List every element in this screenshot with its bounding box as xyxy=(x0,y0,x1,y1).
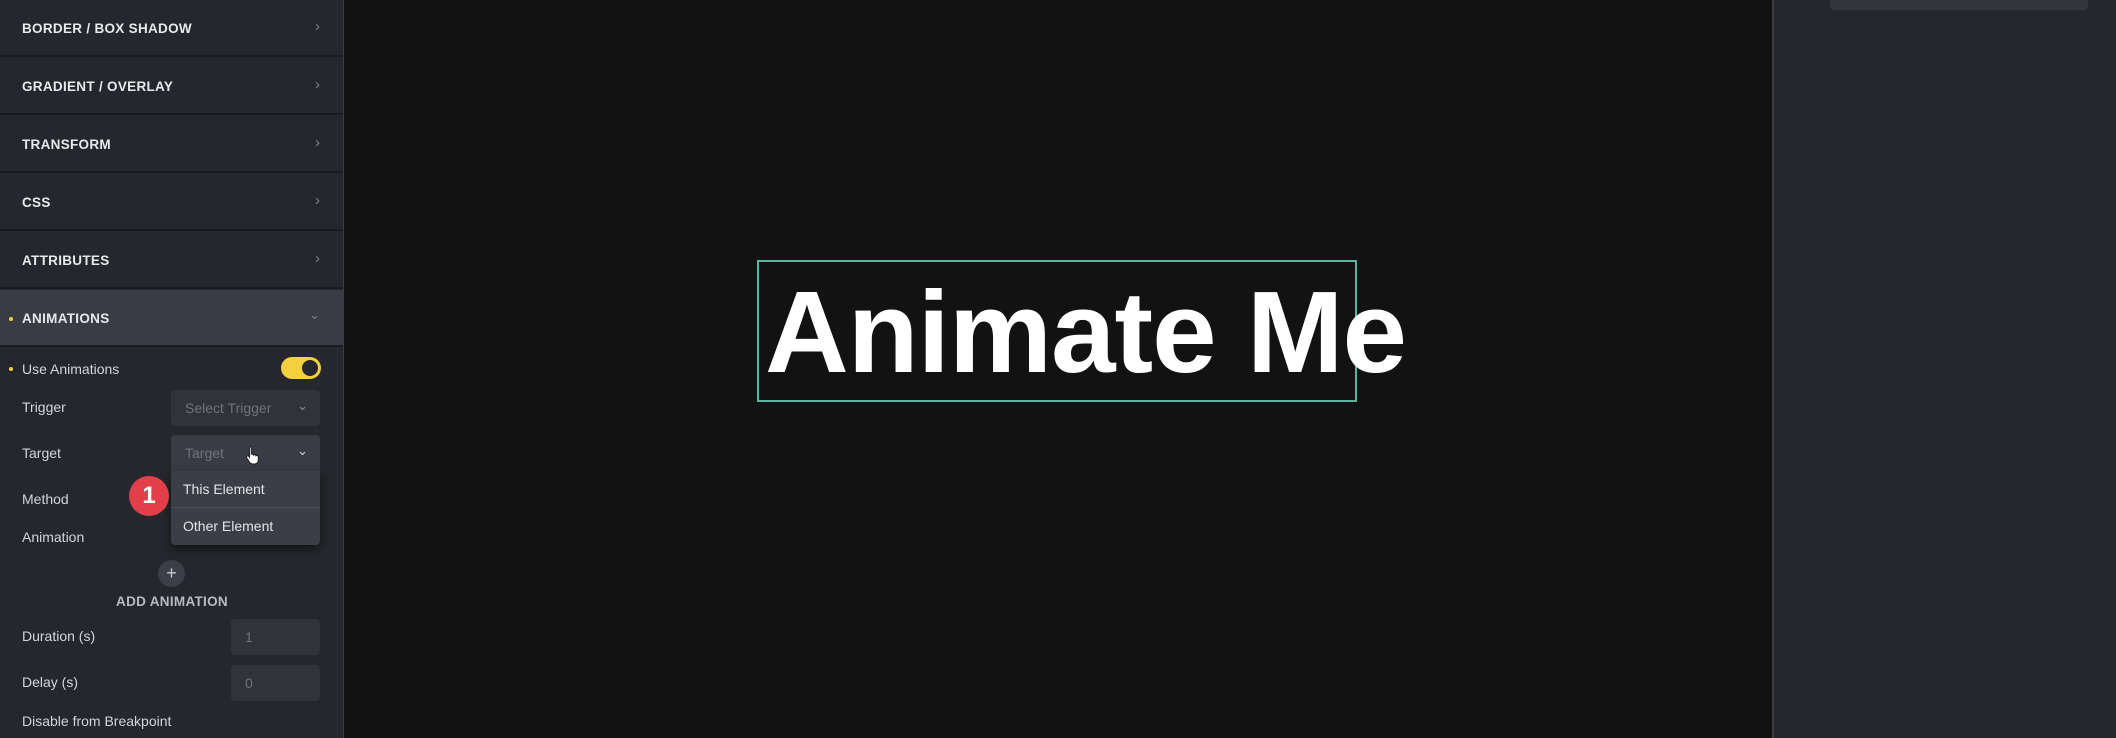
section-css[interactable]: CSS › xyxy=(0,174,343,231)
chevron-right-icon: › xyxy=(315,250,320,267)
toggle-knob xyxy=(302,360,318,376)
target-dropdown-menu: This Element Other Element xyxy=(171,471,320,545)
divider xyxy=(171,507,320,508)
chevron-down-icon: ⌄ xyxy=(309,307,320,322)
trigger-label: Trigger xyxy=(22,399,66,415)
heading-text: Animate Me xyxy=(765,267,1407,397)
structure-panel xyxy=(1772,0,2116,738)
chevron-down-icon: ⌄ xyxy=(297,398,308,413)
add-animation-label[interactable]: ADD ANIMATION xyxy=(0,594,343,609)
section-label: CSS xyxy=(22,195,51,210)
section-transform[interactable]: TRANSFORM › xyxy=(0,116,343,173)
disable-breakpoint-label: Disable from Breakpoint xyxy=(22,713,172,729)
section-attributes[interactable]: ATTRIBUTES › xyxy=(0,232,343,289)
section-animations[interactable]: ANIMATIONS ⌄ xyxy=(0,290,343,347)
modified-indicator-dot xyxy=(9,317,13,321)
trigger-placeholder: Select Trigger xyxy=(185,400,272,416)
trigger-select[interactable]: Select Trigger ⌄ xyxy=(171,390,320,426)
style-panel: BORDER / BOX SHADOW › GRADIENT / OVERLAY… xyxy=(0,0,344,738)
chevron-right-icon: › xyxy=(315,134,320,151)
section-border-box-shadow[interactable]: BORDER / BOX SHADOW › xyxy=(0,0,343,57)
option-other-element[interactable]: Other Element xyxy=(183,518,273,534)
chevron-right-icon: › xyxy=(315,76,320,93)
section-gradient-overlay[interactable]: GRADIENT / OVERLAY › xyxy=(0,58,343,115)
structure-item[interactable] xyxy=(1830,0,2088,10)
use-animations-toggle[interactable] xyxy=(281,357,321,379)
delay-label: Delay (s) xyxy=(22,674,79,690)
target-select[interactable]: Target ⌄ xyxy=(171,435,320,471)
builder-canvas[interactable]: Animate Me xyxy=(345,0,1772,738)
step-badge: 1 xyxy=(129,476,169,516)
duration-placeholder: 1 xyxy=(245,629,253,645)
animation-label: Animation xyxy=(22,529,85,545)
section-label: ANIMATIONS xyxy=(22,311,110,326)
duration-label: Duration (s) xyxy=(22,628,96,644)
section-label: GRADIENT / OVERLAY xyxy=(22,79,174,94)
method-label: Method xyxy=(22,491,69,507)
section-label: BORDER / BOX SHADOW xyxy=(22,21,192,36)
target-placeholder: Target xyxy=(185,445,224,461)
option-this-element[interactable]: This Element xyxy=(183,481,265,497)
selected-heading-element[interactable]: Animate Me xyxy=(757,260,1407,402)
hand-cursor-icon xyxy=(246,446,259,465)
chevron-right-icon: › xyxy=(315,18,320,35)
delay-placeholder: 0 xyxy=(245,675,253,691)
section-label: ATTRIBUTES xyxy=(22,253,110,268)
add-animation-button[interactable]: + xyxy=(158,560,185,587)
delay-input[interactable]: 0 xyxy=(231,665,320,701)
chevron-right-icon: › xyxy=(315,192,320,209)
target-label: Target xyxy=(22,445,61,461)
use-animations-label: Use Animations xyxy=(22,361,120,377)
duration-input[interactable]: 1 xyxy=(231,619,320,655)
section-label: TRANSFORM xyxy=(22,137,111,152)
chevron-down-icon: ⌄ xyxy=(297,443,308,458)
modified-indicator-dot xyxy=(9,367,13,371)
